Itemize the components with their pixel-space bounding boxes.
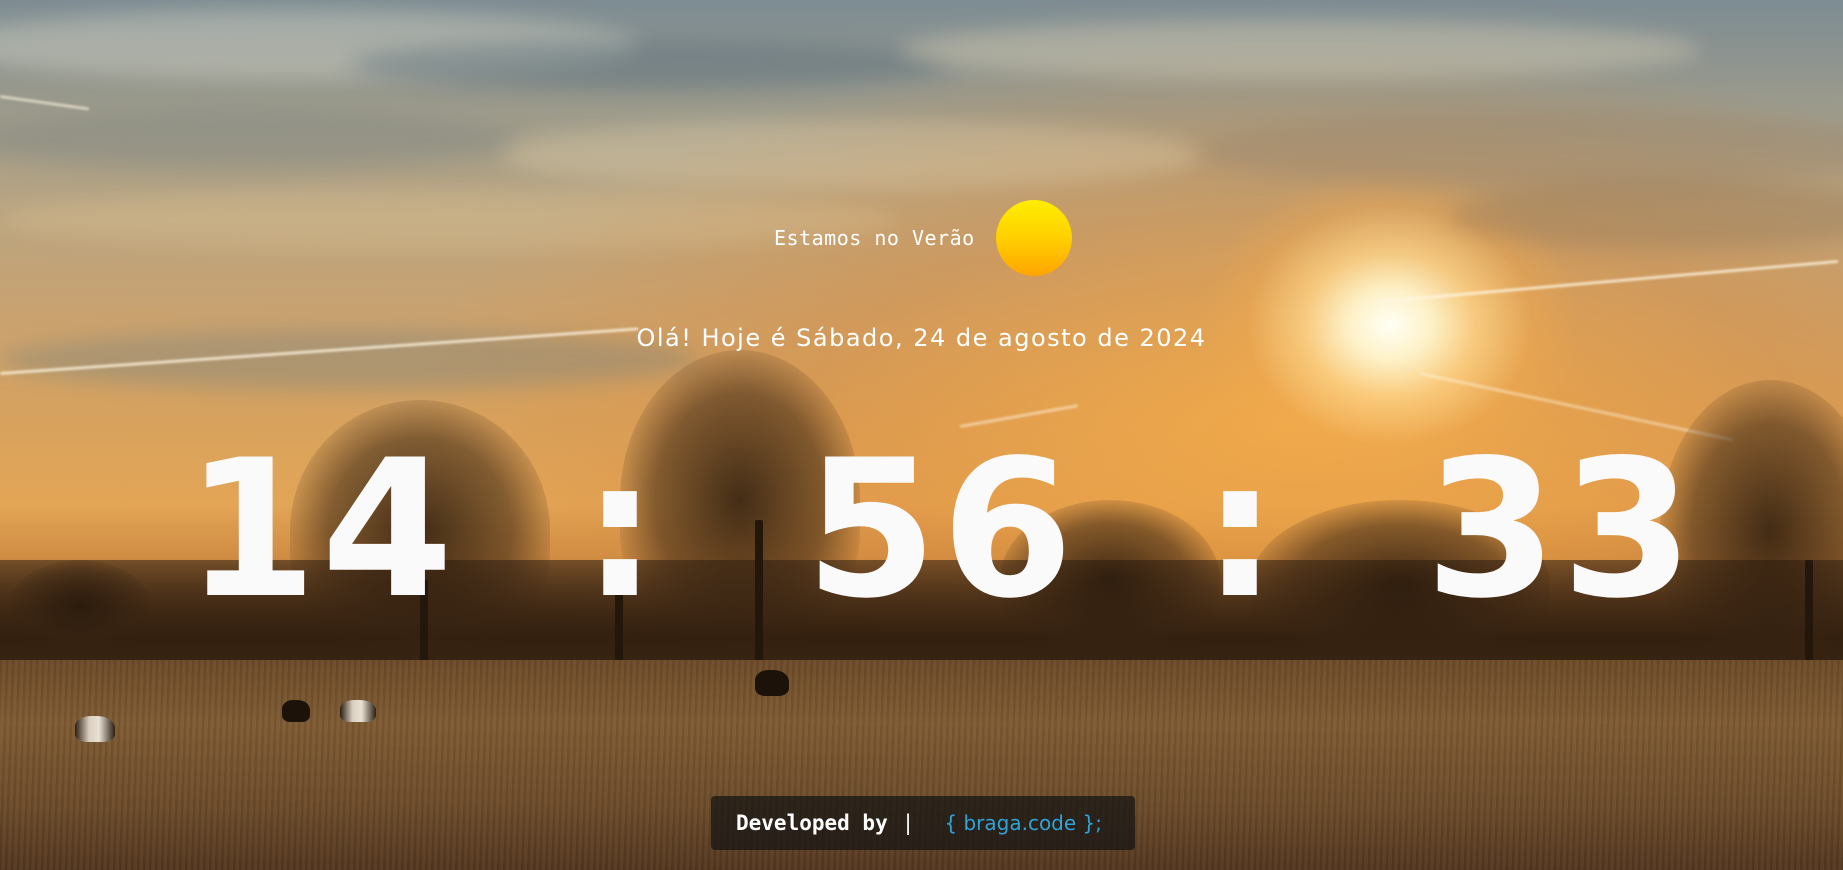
clock-separator: : bbox=[582, 419, 662, 640]
date-greeting: Olá! Hoje é Sábado, 24 de agosto de 2024 bbox=[636, 324, 1207, 352]
cow bbox=[755, 670, 789, 696]
sun-icon bbox=[996, 200, 1072, 276]
developed-by-label: Developed by bbox=[736, 811, 888, 835]
cloud bbox=[900, 20, 1700, 80]
cow bbox=[75, 716, 115, 742]
clock-hours: 14 bbox=[185, 419, 458, 640]
clock-minutes: 56 bbox=[805, 419, 1078, 640]
season-label: Estamos no Verão bbox=[774, 226, 975, 250]
cloud bbox=[350, 40, 950, 90]
brand-open-brace: { bbox=[944, 811, 958, 835]
cow bbox=[282, 700, 310, 722]
brand-semicolon: ; bbox=[1095, 811, 1103, 835]
divider-pipe: | bbox=[901, 811, 915, 835]
brand-name: braga.code bbox=[963, 811, 1077, 835]
clock-seconds: 33 bbox=[1425, 419, 1698, 640]
clock-separator: : bbox=[1202, 419, 1282, 640]
cow bbox=[340, 700, 376, 722]
brand-close-brace: } bbox=[1082, 811, 1096, 835]
digital-clock: 14 : 56 : 33 bbox=[0, 430, 1843, 630]
cloud bbox=[500, 120, 1200, 190]
brand-link[interactable]: { braga.code }; bbox=[944, 811, 1102, 835]
cloud bbox=[0, 190, 900, 250]
developer-credit: Developed by | { braga.code }; bbox=[711, 796, 1135, 850]
